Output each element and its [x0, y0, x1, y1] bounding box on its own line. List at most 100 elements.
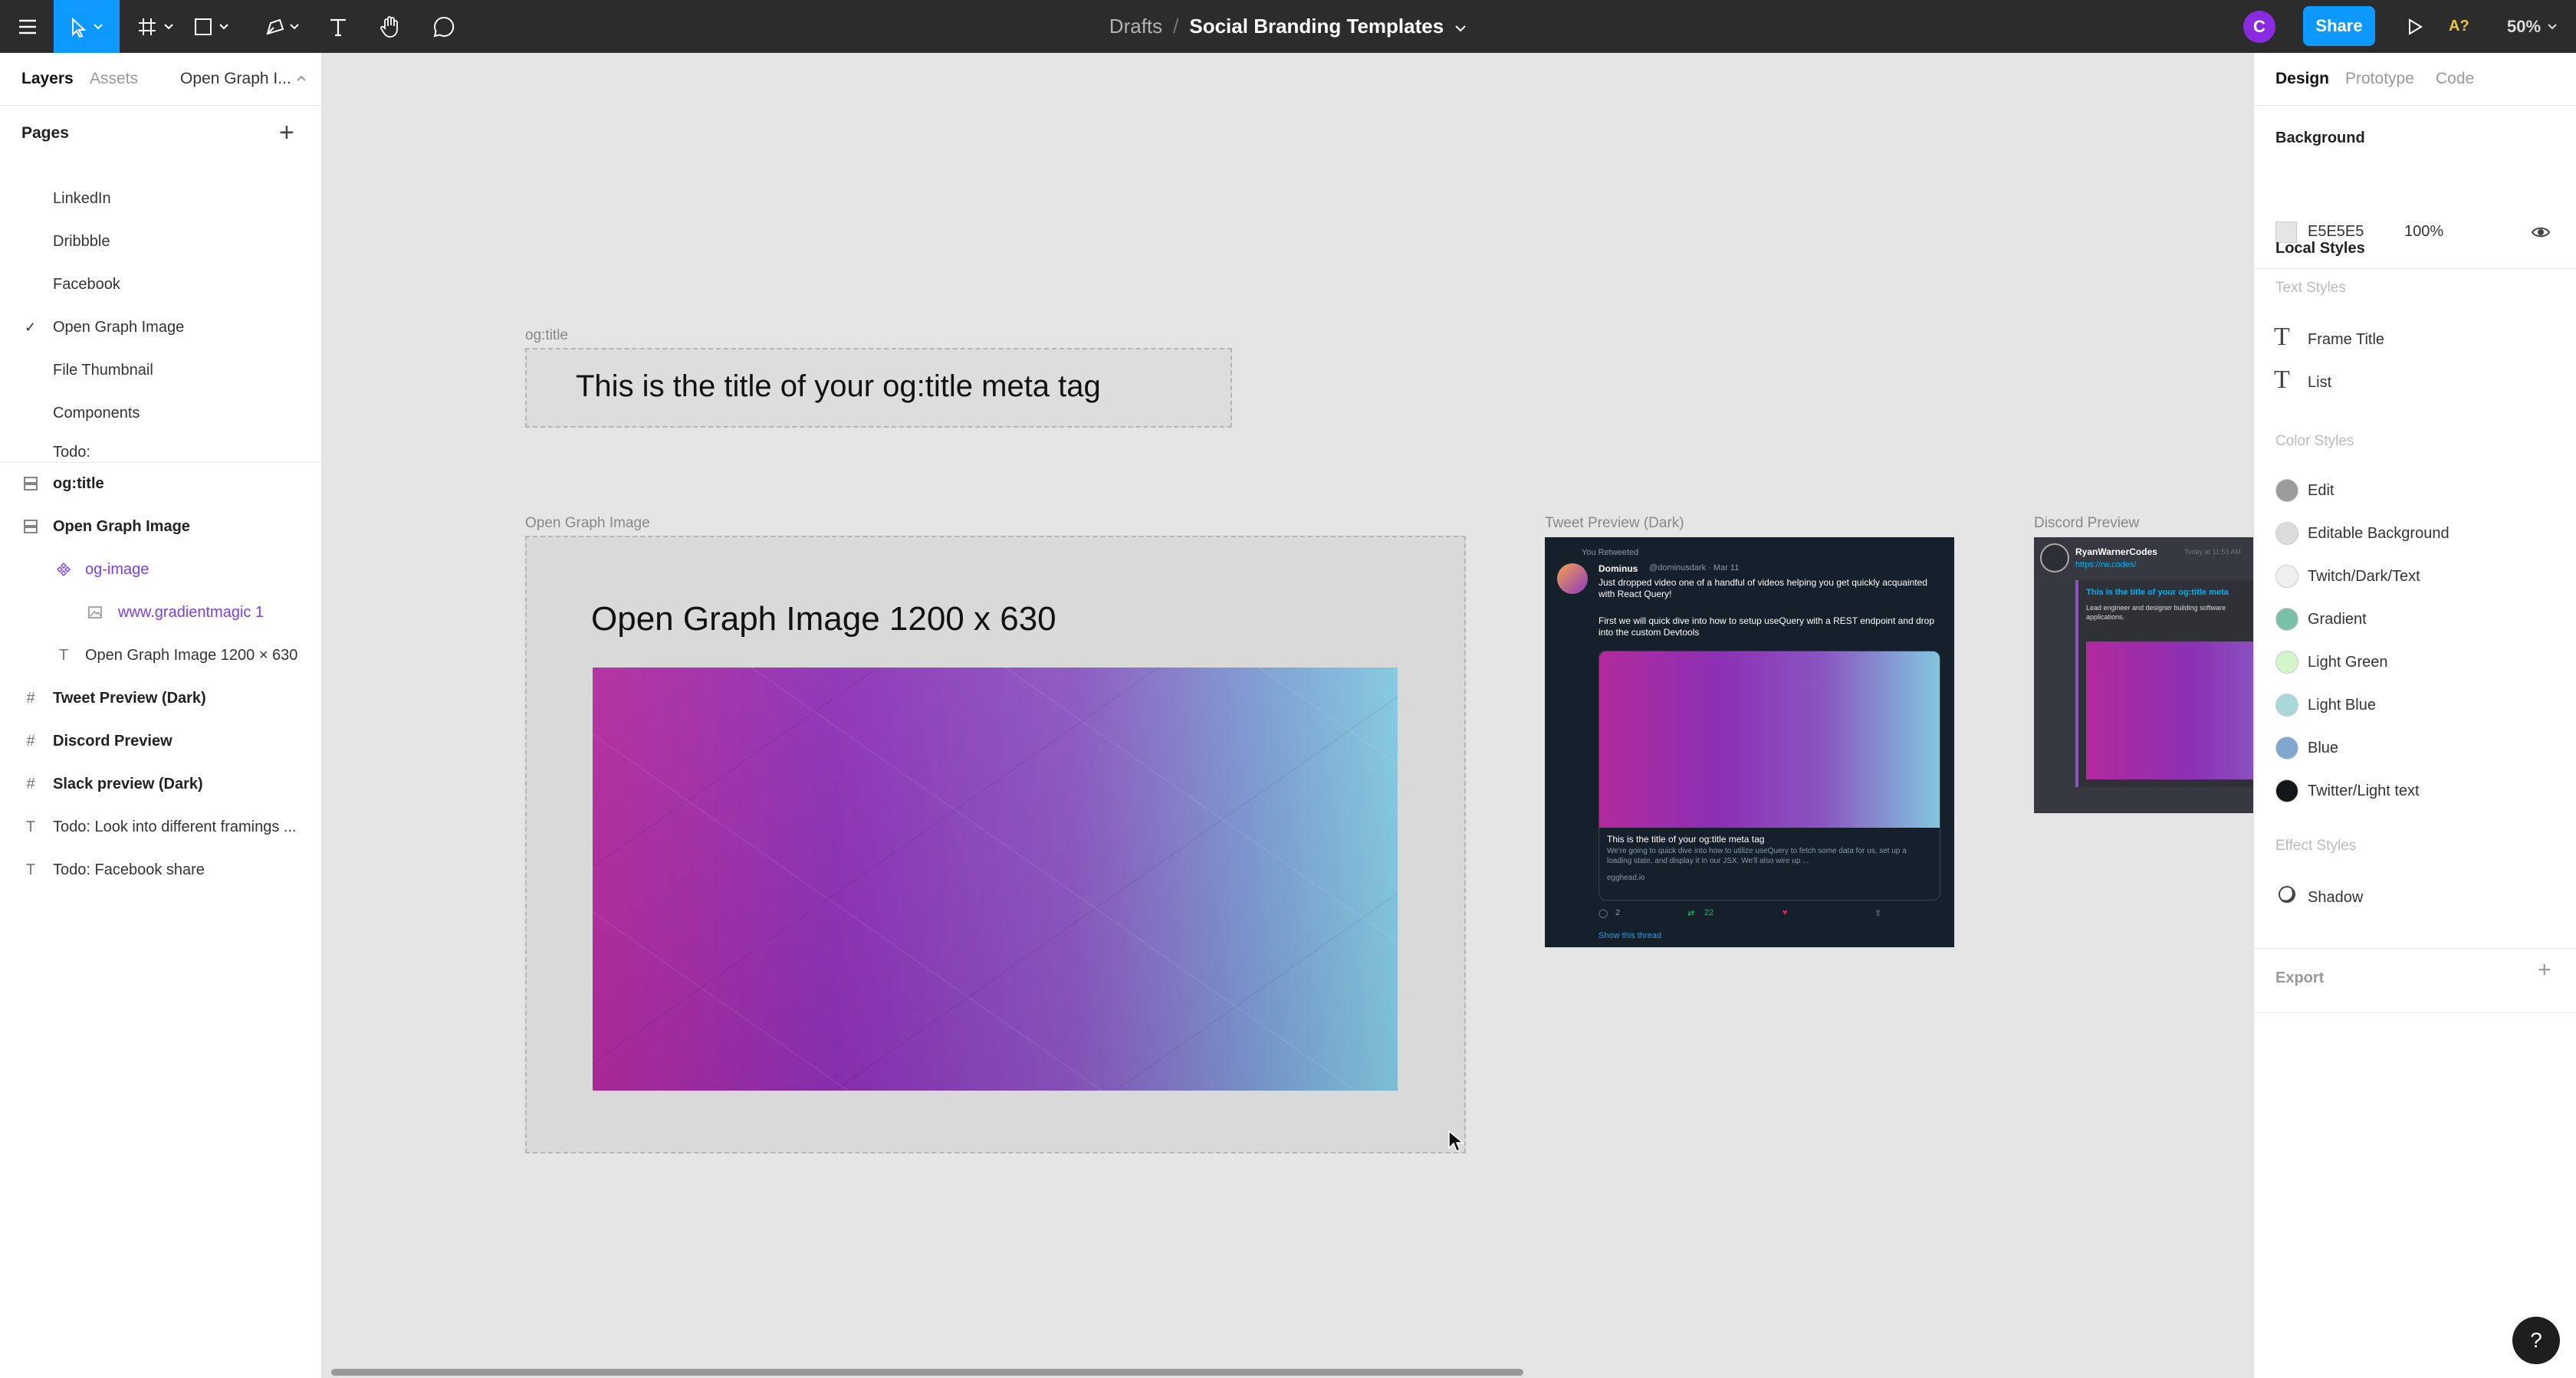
effect-style-shadow[interactable]: Shadow [2254, 876, 2576, 919]
layer-gradientmagic-image[interactable]: www.gradientmagic 1 [0, 591, 322, 634]
show-thread-link: Show this thread [1598, 931, 1661, 940]
text-tool-button[interactable] [320, 0, 356, 53]
page-item-file-thumbnail[interactable]: File Thumbnail [0, 349, 322, 392]
image-icon [86, 603, 104, 622]
layer-slack-preview[interactable]: # Slack preview (Dark) [0, 763, 322, 805]
chevron-down-icon [2548, 23, 2557, 29]
og-image-gradient[interactable] [593, 668, 1398, 1091]
text-style-icon: T [2274, 366, 2290, 394]
style-label: Gradient [2308, 610, 2367, 628]
color-style-light-blue[interactable]: Light Blue [2254, 684, 2576, 727]
color-style-edit[interactable]: Edit [2254, 469, 2576, 512]
frame-label-tweet-preview[interactable]: Tweet Preview (Dark) [1545, 515, 1684, 532]
layer-og-title[interactable]: og:title [0, 462, 322, 505]
page-item-components[interactable]: Components [0, 392, 322, 435]
og-title-text[interactable]: This is the title of your og:title meta … [576, 369, 1101, 404]
discord-embed-title: This is the title of your og:title meta [2086, 588, 2229, 597]
discord-embed: This is the title of your og:title meta … [2075, 580, 2253, 787]
discord-preview-frame[interactable]: RyanWarnerCodes Today at 11:53 AM https:… [2034, 537, 2253, 813]
page-label: LinkedIn [53, 189, 111, 207]
hand-tool-button[interactable] [373, 0, 408, 53]
zoom-dropdown[interactable]: 50% [2507, 0, 2558, 53]
tab-code[interactable]: Code [2436, 70, 2474, 88]
export-heading[interactable]: Export [2275, 970, 2324, 987]
main-menu-icon[interactable] [6, 0, 49, 53]
frame-label-discord-preview[interactable]: Discord Preview [2034, 515, 2139, 532]
frame-label-open-graph-image[interactable]: Open Graph Image [525, 515, 650, 532]
chevron-up-icon[interactable] [296, 68, 307, 87]
move-tool-button[interactable] [54, 0, 120, 53]
tab-design[interactable]: Design [2275, 70, 2329, 88]
og-title-section[interactable]: This is the title of your og:title meta … [525, 348, 1232, 428]
tweet-preview-frame[interactable]: You Retweeted Dominus @dominusdark · Mar… [1545, 537, 1954, 947]
mouse-cursor-icon [1447, 1130, 1465, 1157]
add-export-icon[interactable]: + [2538, 957, 2551, 983]
horizontal-scrollbar[interactable] [331, 1369, 1523, 1376]
pen-tool-button[interactable] [258, 0, 311, 53]
frame-label-og-title[interactable]: og:title [525, 327, 568, 344]
layer-tweet-preview[interactable]: # Tweet Preview (Dark) [0, 677, 322, 720]
share-button[interactable]: Share [2303, 6, 2375, 46]
layer-label: og-image [85, 560, 150, 578]
tweet-avatar [1557, 563, 1588, 594]
layer-og-image[interactable]: og-image [0, 548, 322, 591]
page-item-linkedin[interactable]: LinkedIn [0, 177, 322, 220]
color-style-editable-background[interactable]: Editable Background [2254, 512, 2576, 555]
color-style-twitter-light-text[interactable]: Twitter/Light text [2254, 769, 2576, 812]
layer-open-graph-image[interactable]: Open Graph Image [0, 505, 322, 548]
background-hex[interactable]: E5E5E5 [2308, 223, 2364, 241]
page-item-dribbble[interactable]: Dribbble [0, 220, 322, 263]
page-item-open-graph-image[interactable]: ✓ Open Graph Image [0, 306, 322, 349]
frame-tool-button[interactable] [130, 0, 184, 53]
reply-icon: ◯ [1598, 909, 1608, 918]
tab-assets[interactable]: Assets [90, 70, 138, 88]
help-button[interactable]: ? [2512, 1317, 2560, 1364]
color-swatch [2275, 522, 2298, 545]
eye-icon[interactable] [2530, 221, 2551, 248]
tweet-link-card: This is the title of your og:title meta … [1598, 651, 1940, 901]
layer-todo-framings[interactable]: T Todo: Look into different framings ... [0, 805, 322, 848]
chevron-down-icon[interactable] [1454, 15, 1467, 38]
discord-username: RyanWarnerCodes [2075, 546, 2157, 557]
color-style-gradient[interactable]: Gradient [2254, 598, 2576, 641]
tab-current-page[interactable]: Open Graph I... [180, 70, 291, 88]
style-label: Shadow [2308, 888, 2364, 906]
drop-shadow-icon [2275, 883, 2300, 912]
layer-og-heading-text[interactable]: T Open Graph Image 1200 × 630 [0, 634, 322, 677]
divider [2254, 1012, 2576, 1013]
accessibility-button[interactable]: A? [2449, 0, 2469, 53]
layer-label: og:title [53, 474, 104, 492]
discord-timestamp: Today at 11:53 AM [2184, 548, 2241, 556]
tweet-body-1: Just dropped video one of a handful of v… [1598, 577, 1927, 599]
tab-prototype[interactable]: Prototype [2345, 70, 2414, 88]
divider [2254, 268, 2576, 269]
page-item-todo[interactable]: Todo: [0, 435, 322, 461]
add-page-icon[interactable]: + [279, 118, 294, 148]
color-style-twitch-dark-text[interactable]: Twitch/Dark/Text [2254, 555, 2576, 598]
tweet-card-image [1599, 651, 1940, 828]
breadcrumb-drafts[interactable]: Drafts [1109, 15, 1162, 38]
tweet-author-name: Dominus [1598, 563, 1638, 574]
layer-todo-facebook[interactable]: T Todo: Facebook share [0, 848, 322, 891]
left-tabs: Layers Assets Open Graph I... [0, 53, 322, 106]
page-item-facebook[interactable]: Facebook [0, 263, 322, 306]
shape-tool-button[interactable] [187, 0, 241, 53]
tweet-card-url: egghead.io [1607, 874, 1645, 882]
present-play-icon[interactable] [2398, 0, 2432, 53]
color-styles-heading: Color Styles [2275, 433, 2354, 449]
og-image-heading[interactable]: Open Graph Image 1200 x 630 [591, 600, 1056, 638]
color-style-light-green[interactable]: Light Green [2254, 641, 2576, 684]
background-opacity[interactable]: 100% [2404, 223, 2443, 241]
tab-layers[interactable]: Layers [21, 70, 74, 88]
layer-discord-preview[interactable]: # Discord Preview [0, 720, 322, 763]
open-graph-image-section[interactable]: Open Graph Image 1200 x 630 [525, 536, 1466, 1153]
color-style-blue[interactable]: Blue [2254, 727, 2576, 769]
user-avatar[interactable]: C [2243, 11, 2275, 43]
file-name[interactable]: Social Branding Templates [1189, 15, 1444, 38]
design-canvas[interactable]: og:title This is the title of your og:ti… [323, 53, 2253, 1378]
text-style-list[interactable]: T List [2254, 361, 2576, 404]
comment-tool-button[interactable] [426, 0, 462, 53]
heart-icon: ♥ [1783, 908, 1788, 917]
text-style-frame-title[interactable]: T Frame Title [2254, 318, 2576, 361]
style-label: Light Blue [2308, 696, 2376, 714]
